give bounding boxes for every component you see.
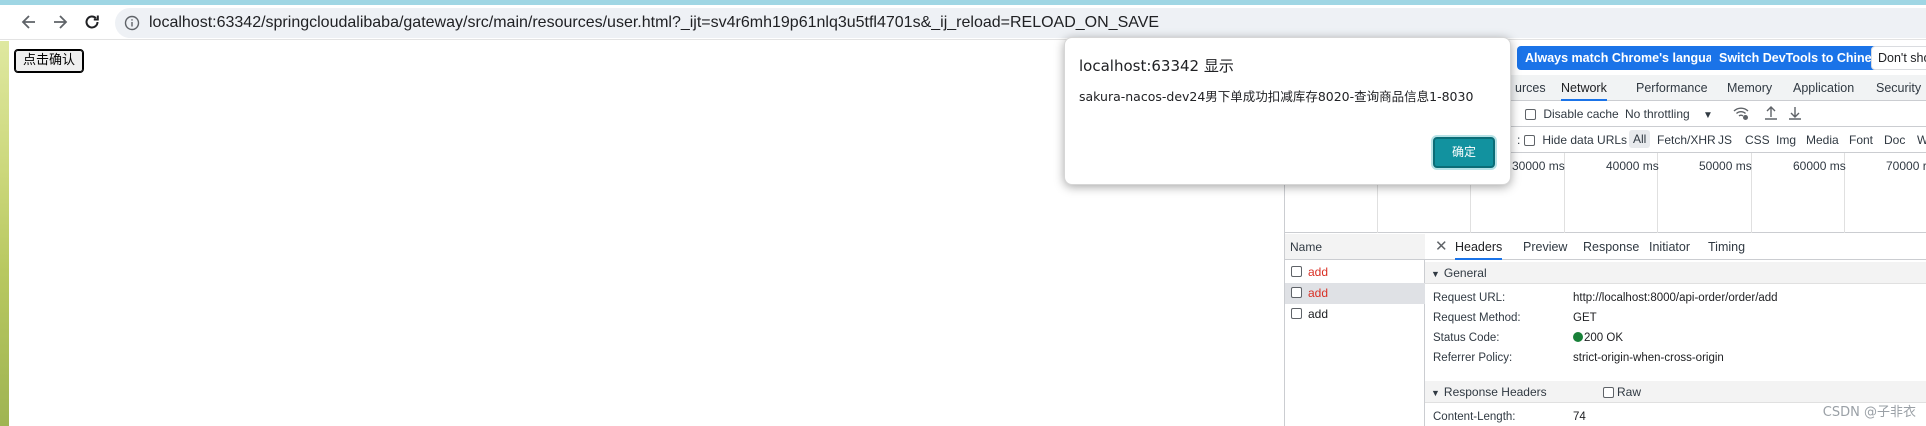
switch-to-chinese-button[interactable]: Switch DevTools to Chinese	[1711, 46, 1894, 70]
general-title: General	[1443, 266, 1487, 280]
request-checkbox[interactable]	[1291, 308, 1302, 319]
filter-ws[interactable]: W	[1917, 133, 1926, 147]
request-name: add	[1308, 265, 1329, 279]
content-length-key: Content-Length:	[1433, 411, 1516, 423]
request-row[interactable]: add	[1285, 304, 1425, 325]
tab-performance[interactable]: Performance	[1636, 75, 1708, 101]
csdn-watermark: CSDN @子非衣	[1822, 405, 1916, 420]
response-headers-title: Response Headers	[1443, 385, 1547, 399]
wifi-settings-icon[interactable]	[1732, 105, 1750, 124]
tab-headers[interactable]: Headers	[1455, 234, 1503, 260]
request-list: Name add add add	[1285, 234, 1425, 426]
tab-response[interactable]: Response	[1583, 234, 1639, 260]
filter-fetch-xhr[interactable]: Fetch/XHR	[1657, 133, 1716, 147]
page-confirm-button[interactable]: 点击确认	[13, 49, 85, 73]
filter-css[interactable]: CSS	[1745, 133, 1770, 147]
left-decorative-strip	[0, 41, 9, 426]
request-row[interactable]: add	[1285, 262, 1425, 283]
info-icon[interactable]	[115, 8, 149, 38]
content-length-value: 74	[1573, 411, 1586, 423]
request-row-selected[interactable]: add	[1285, 283, 1425, 304]
request-name: add	[1308, 307, 1329, 321]
hide-data-urls-label: Hide data URLs	[1542, 133, 1628, 147]
timeline-label: 50000 ms	[1699, 159, 1752, 173]
status-code-key: Status Code:	[1433, 332, 1500, 344]
dont-show-again-button[interactable]: Don't sho	[1871, 46, 1926, 70]
reload-button[interactable]	[78, 8, 106, 36]
url-text[interactable]: localhost:63342/springcloudalibaba/gatew…	[149, 14, 1159, 32]
export-har-icon[interactable]	[1788, 105, 1802, 124]
filter-media[interactable]: Media	[1806, 133, 1839, 147]
request-name: add	[1308, 286, 1329, 300]
tab-preview[interactable]: Preview	[1523, 234, 1567, 260]
timeline-label: 40000 ms	[1606, 159, 1659, 173]
request-checkbox[interactable]	[1291, 266, 1302, 277]
hide-data-urls-checkbox[interactable]	[1524, 135, 1535, 147]
detail-tabs: ✕ Headers Preview Response Initiator Tim…	[1425, 234, 1926, 260]
screen: localhost:63342/springcloudalibaba/gatew…	[0, 0, 1926, 426]
referrer-policy-value: strict-origin-when-cross-origin	[1573, 352, 1724, 364]
filter-font[interactable]: Font	[1849, 133, 1873, 147]
arrow-right-icon	[54, 15, 68, 29]
status-code-text: 200 OK	[1584, 332, 1623, 344]
name-column-header[interactable]: Name	[1285, 234, 1425, 260]
filter-partial-text: :	[1517, 133, 1521, 147]
tab-network[interactable]: Network	[1561, 75, 1607, 101]
referrer-policy-key: Referrer Policy:	[1433, 352, 1513, 364]
disable-cache-control[interactable]: Disable cache	[1525, 107, 1619, 121]
response-headers-section-header[interactable]: ▼ Response Headers Raw	[1425, 381, 1926, 403]
general-section-header[interactable]: ▼ General	[1425, 262, 1926, 284]
import-har-icon[interactable]	[1764, 105, 1778, 124]
request-detail-panel: ✕ Headers Preview Response Initiator Tim…	[1425, 234, 1926, 426]
triangle-down-icon: ▼	[1431, 388, 1440, 398]
hide-data-urls-control[interactable]: Hide data URLs	[1524, 133, 1627, 147]
tab-application[interactable]: Application	[1793, 75, 1854, 101]
timeline-label: 70000 r	[1886, 159, 1926, 173]
address-bar[interactable]: localhost:63342/springcloudalibaba/gatew…	[115, 8, 1926, 38]
back-button[interactable]	[15, 8, 43, 36]
filter-js[interactable]: JS	[1718, 133, 1732, 147]
dialog-message: sakura-nacos-dev24男下单成功扣减库存8020-查询商品信息1-…	[1079, 89, 1474, 104]
raw-label: Raw	[1617, 385, 1642, 399]
request-url-key: Request URL:	[1433, 292, 1506, 304]
raw-toggle[interactable]: Raw	[1603, 381, 1641, 403]
throttling-value: No throttling	[1625, 107, 1690, 121]
disable-cache-label: Disable cache	[1543, 107, 1619, 121]
status-dot-icon	[1573, 332, 1583, 342]
close-icon[interactable]: ✕	[1435, 234, 1448, 260]
caret-down-icon: ▼	[1703, 110, 1713, 121]
always-match-language-button[interactable]: Always match Chrome's language	[1517, 46, 1736, 70]
tab-security[interactable]: Security	[1876, 75, 1921, 101]
tab-initiator[interactable]: Initiator	[1649, 234, 1690, 260]
forward-button[interactable]	[46, 8, 74, 36]
browser-toolbar: localhost:63342/springcloudalibaba/gatew…	[0, 5, 1926, 40]
triangle-down-icon: ▼	[1431, 269, 1440, 279]
throttling-select[interactable]: No throttling ▼	[1625, 107, 1713, 121]
request-method-value: GET	[1573, 312, 1597, 324]
filter-doc[interactable]: Doc	[1884, 133, 1905, 147]
dialog-title: localhost:63342 显示	[1079, 57, 1234, 75]
tab-memory[interactable]: Memory	[1727, 75, 1772, 101]
timeline-label: 60000 ms	[1793, 159, 1846, 173]
request-method-key: Request Method:	[1433, 312, 1521, 324]
filter-img[interactable]: Img	[1776, 133, 1796, 147]
arrow-left-icon	[21, 15, 35, 29]
raw-checkbox[interactable]	[1603, 387, 1614, 399]
dialog-ok-button[interactable]: 确定	[1433, 137, 1495, 168]
request-url-value: http://localhost:8000/api-order/order/ad…	[1573, 292, 1778, 304]
filter-all[interactable]: All	[1629, 130, 1651, 148]
timeline-label: 30000 ms	[1512, 159, 1565, 173]
alert-dialog: localhost:63342 显示 sakura-nacos-dev24男下单…	[1064, 37, 1511, 185]
reload-icon	[85, 15, 99, 29]
tab-timing[interactable]: Timing	[1708, 234, 1745, 260]
disable-cache-checkbox[interactable]	[1525, 109, 1536, 121]
tab-sources[interactable]: urces	[1515, 75, 1546, 101]
status-code-value: 200 OK	[1573, 332, 1623, 344]
request-checkbox[interactable]	[1291, 287, 1302, 298]
